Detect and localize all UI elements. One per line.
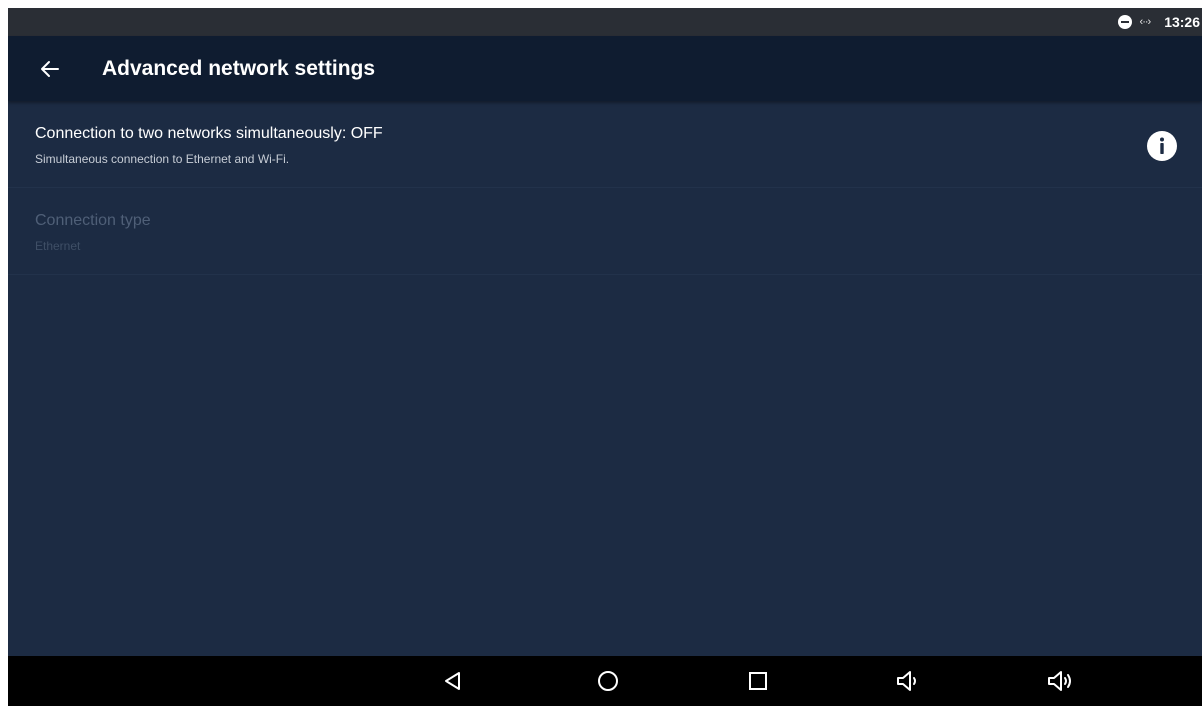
volume-down-button[interactable] [885,656,933,706]
settings-list: Connection to two networks simultaneousl… [8,101,1202,275]
do-not-disturb-icon [1117,15,1132,29]
nav-home-button[interactable] [584,656,632,706]
back-button[interactable] [22,41,78,97]
pref-title: Connection to two networks simultaneousl… [35,125,383,142]
navigation-bar [8,656,1202,706]
home-circle-icon [598,671,618,691]
app-bar: Advanced network settings [8,36,1202,101]
device-screen: ‹··› 13:26 Advanced network settings Con… [8,8,1202,706]
volume-down-icon [897,671,916,691]
pref-dual-connection[interactable]: Connection to two networks simultaneousl… [8,101,1202,188]
nav-back-button[interactable] [429,656,477,706]
pref-summary: Simultaneous connection to Ethernet and … [35,152,290,166]
volume-up-button[interactable] [1037,656,1085,706]
ethernet-icon: ‹··› [1139,16,1152,28]
arrow-left-icon [41,60,59,77]
volume-up-icon [1048,671,1071,691]
back-triangle-icon [445,672,460,690]
pref-summary: Ethernet [35,239,81,253]
info-icon[interactable] [1147,131,1177,161]
pref-connection-type: Connection type Ethernet [8,188,1202,275]
nav-recents-button[interactable] [734,656,782,706]
status-bar: ‹··› 13:26 [8,8,1202,36]
recents-square-icon [749,672,767,690]
status-time: 13:26 [1164,14,1200,30]
pref-title: Connection type [35,212,151,229]
page-title: Advanced network settings [102,56,376,80]
